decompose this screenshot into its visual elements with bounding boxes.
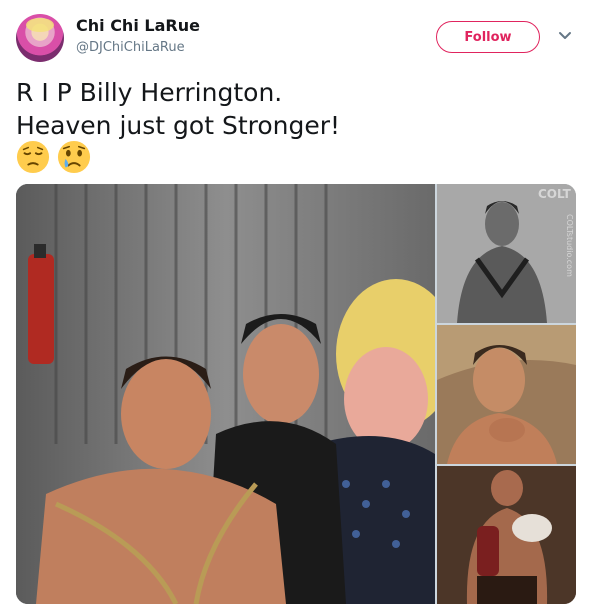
chevron-down-icon[interactable] bbox=[556, 26, 574, 44]
costume-photo[interactable] bbox=[437, 466, 576, 604]
colt-logo: COLT bbox=[538, 187, 572, 201]
portrait-closeup-photo[interactable] bbox=[437, 325, 576, 464]
crying-face-emoji bbox=[58, 140, 91, 174]
follow-button[interactable]: Follow bbox=[436, 21, 540, 53]
group-photo[interactable] bbox=[16, 184, 435, 604]
avatar[interactable] bbox=[16, 14, 64, 62]
tweet-text-line: Heaven just got Stronger! bbox=[16, 111, 341, 140]
tweet-card: Chi Chi LaRue @DJChiChiLaRue Follow R I … bbox=[0, 0, 589, 612]
media-grid[interactable]: COLT COLTstudio.com bbox=[16, 184, 576, 604]
pensive-face-emoji bbox=[16, 140, 50, 174]
tweet-text-line: R I P Billy Herrington. bbox=[16, 78, 283, 107]
author-name[interactable]: Chi Chi LaRue bbox=[76, 16, 200, 36]
author-handle[interactable]: @DJChiChiLaRue bbox=[76, 40, 185, 56]
tweet-text: R I P Billy Herrington. Heaven just got … bbox=[16, 76, 576, 142]
portrait-harness-photo[interactable]: COLT COLTstudio.com bbox=[437, 184, 576, 323]
colt-watermark: COLTstudio.com bbox=[565, 214, 574, 277]
emoji-row bbox=[16, 140, 93, 176]
